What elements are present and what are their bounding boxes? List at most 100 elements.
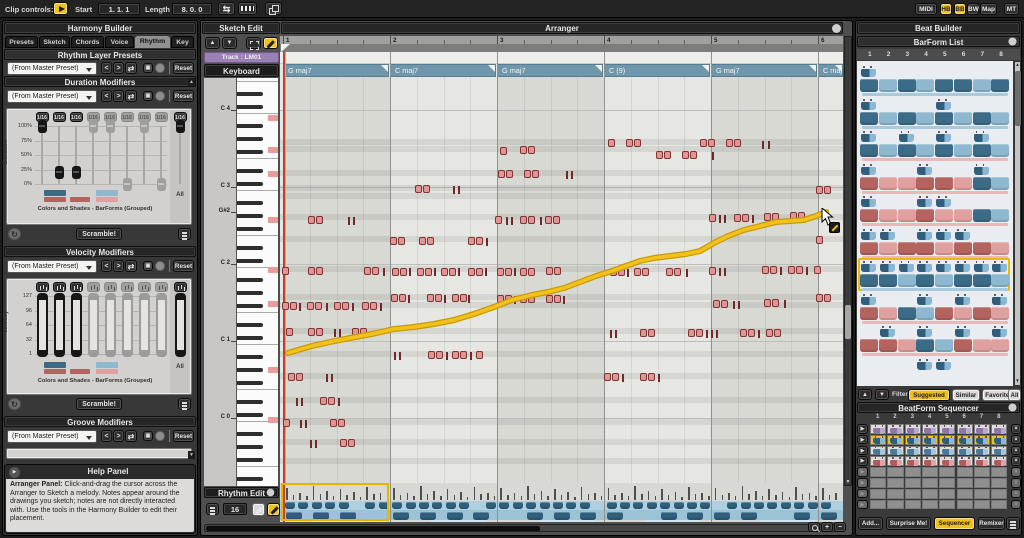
arranger-vscroll-thumb[interactable] bbox=[845, 305, 851, 339]
draw-tool-button[interactable] bbox=[263, 37, 278, 49]
velocity-icon-button[interactable] bbox=[53, 282, 66, 292]
barform-segment[interactable] bbox=[935, 144, 953, 157]
velocity-icon-button[interactable] bbox=[70, 282, 83, 292]
tab-presets[interactable]: Presets bbox=[5, 36, 38, 48]
black-key[interactable] bbox=[237, 169, 263, 173]
barform-segment[interactable] bbox=[879, 79, 897, 92]
beatform-cell[interactable] bbox=[794, 502, 804, 509]
beatform-cell[interactable] bbox=[687, 502, 697, 509]
black-key[interactable] bbox=[237, 381, 263, 385]
black-key[interactable] bbox=[237, 278, 263, 282]
preset-dropdown[interactable]: (From Master Preset) bbox=[7, 90, 97, 103]
scramble-button[interactable]: Scramble! bbox=[76, 398, 122, 410]
barform-segment[interactable] bbox=[916, 144, 934, 157]
lock-preset-button[interactable] bbox=[155, 91, 165, 101]
loop-button[interactable]: ⇆ bbox=[218, 2, 235, 15]
barform-segment[interactable] bbox=[991, 112, 1009, 125]
barform-segment[interactable] bbox=[991, 79, 1009, 92]
beatform-cell[interactable] bbox=[553, 502, 563, 509]
barform-segment[interactable] bbox=[879, 307, 897, 320]
scroll-up-arrow[interactable]: ▲ bbox=[188, 78, 195, 86]
black-key[interactable] bbox=[237, 214, 263, 218]
barform-segment[interactable] bbox=[860, 79, 878, 92]
barform-segment[interactable] bbox=[954, 79, 972, 92]
sequencer-row-play-2[interactable]: ▶ bbox=[857, 435, 868, 445]
next-preset-button[interactable]: > bbox=[113, 62, 124, 74]
keys-view-button[interactable] bbox=[238, 2, 257, 15]
black-key[interactable] bbox=[237, 201, 263, 205]
scroll-down-arrow[interactable]: ▼ bbox=[188, 451, 195, 459]
barform-segment[interactable] bbox=[935, 274, 953, 287]
barform-segment[interactable] bbox=[954, 274, 972, 287]
chord-region[interactable]: C maj7 bbox=[818, 64, 843, 77]
piano-keyboard[interactable] bbox=[236, 78, 278, 486]
next-preset-button[interactable]: > bbox=[113, 430, 124, 442]
sequencer-row-clear-1[interactable]: × bbox=[1011, 424, 1021, 434]
beatform-cell[interactable] bbox=[607, 502, 617, 509]
sequencer-cell[interactable] bbox=[939, 435, 955, 445]
barform-next-button[interactable]: ▼ bbox=[875, 389, 889, 400]
velocity-icon-button-all[interactable] bbox=[174, 282, 187, 292]
barform-scroll-down[interactable]: ▼ bbox=[1014, 378, 1021, 385]
velocity-slider-8[interactable] bbox=[156, 293, 167, 357]
barform-segment[interactable] bbox=[973, 339, 991, 352]
chord-region[interactable]: C (9) bbox=[604, 64, 710, 77]
duration-note-button[interactable]: 1/16 bbox=[70, 112, 83, 122]
barform-segment[interactable] bbox=[860, 144, 878, 157]
black-key[interactable] bbox=[237, 291, 263, 295]
black-key[interactable] bbox=[237, 323, 263, 327]
beatform-cell[interactable] bbox=[661, 512, 677, 520]
velocity-slider-3[interactable] bbox=[71, 293, 82, 357]
sequencer-cell[interactable] bbox=[974, 424, 990, 434]
velocity-icon-button[interactable] bbox=[138, 282, 151, 292]
sequencer-row-play-1[interactable]: ▶ bbox=[857, 424, 868, 434]
barform-segment[interactable] bbox=[860, 242, 878, 255]
rhythm-menu-button[interactable] bbox=[206, 503, 219, 515]
beatform-cell[interactable] bbox=[767, 502, 777, 509]
duration-slider-7[interactable] bbox=[140, 120, 149, 133]
random-preset-button[interactable]: ⇄ bbox=[125, 62, 137, 74]
barform-prev-button[interactable]: ▲ bbox=[858, 389, 872, 400]
start-value[interactable]: 1. 1. 1 bbox=[98, 3, 140, 15]
sequencer-cell[interactable] bbox=[905, 424, 921, 434]
barform-segment[interactable] bbox=[916, 112, 934, 125]
black-key[interactable] bbox=[237, 445, 263, 449]
arranger-vscroll-down[interactable]: ▼ bbox=[844, 478, 852, 486]
barform-segment[interactable] bbox=[916, 274, 934, 287]
barform-segment[interactable] bbox=[898, 209, 916, 222]
beatform-cell[interactable] bbox=[446, 502, 456, 509]
beatform-cell[interactable] bbox=[499, 502, 509, 509]
sequencer-row-clear-2[interactable]: × bbox=[1011, 435, 1021, 445]
beatform-cell[interactable] bbox=[620, 502, 630, 509]
barform-segment[interactable] bbox=[860, 339, 878, 352]
velocity-slider-6[interactable] bbox=[122, 293, 133, 357]
barform-segment[interactable] bbox=[954, 209, 972, 222]
mode-button-hb[interactable]: HB bbox=[940, 3, 952, 15]
zoom-tool-button[interactable] bbox=[808, 522, 820, 532]
barform-segment[interactable] bbox=[954, 242, 972, 255]
duration-slider-all[interactable] bbox=[176, 120, 185, 133]
barform-segment[interactable] bbox=[916, 209, 934, 222]
mode-button-mt[interactable]: MT bbox=[1004, 3, 1019, 15]
sequencer-cell[interactable] bbox=[870, 424, 886, 434]
beatform-cell[interactable] bbox=[473, 512, 489, 520]
barform-segment[interactable] bbox=[973, 144, 991, 157]
barform-segment[interactable] bbox=[973, 242, 991, 255]
surprise-me--button[interactable]: Surprise Me! bbox=[886, 517, 931, 530]
barform-segment[interactable] bbox=[898, 112, 916, 125]
mode-button-map[interactable]: Map bbox=[980, 3, 997, 15]
beatform-cell[interactable] bbox=[526, 502, 536, 509]
sequencer-row-play-4[interactable]: ▶ bbox=[857, 456, 868, 466]
barform-segment[interactable] bbox=[973, 209, 991, 222]
filter-similar[interactable]: Similar bbox=[952, 389, 980, 401]
barform-segment[interactable] bbox=[898, 339, 916, 352]
black-key[interactable] bbox=[237, 137, 263, 141]
beatform-cell[interactable] bbox=[420, 512, 436, 520]
barform-segment[interactable] bbox=[916, 242, 934, 255]
barform-segment[interactable] bbox=[973, 307, 991, 320]
beatform-cell[interactable] bbox=[741, 502, 751, 509]
sequencer-cell[interactable] bbox=[922, 456, 938, 466]
sequencer-cell[interactable] bbox=[974, 446, 990, 456]
lock-preset-button[interactable] bbox=[155, 431, 165, 441]
duration-slider-1[interactable] bbox=[38, 120, 47, 133]
